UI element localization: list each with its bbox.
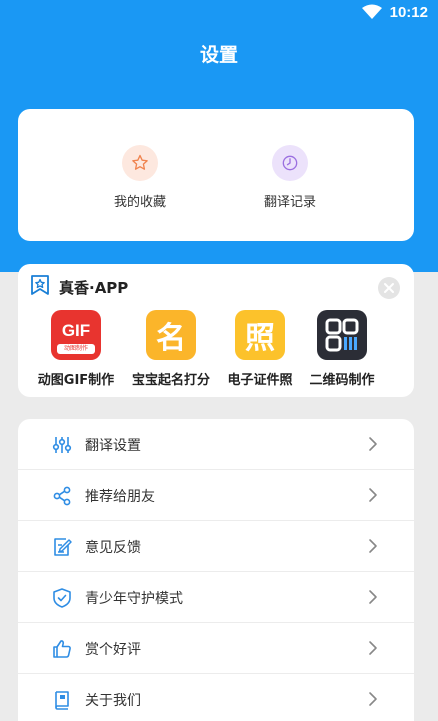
translation-history-button[interactable]: 翻译记录 (225, 145, 355, 210)
app-baby-naming[interactable]: 名 宝宝起名打分 (125, 310, 217, 388)
app-name: 动图GIF制作 (37, 373, 115, 388)
id-photo-app-icon-text: 照 (245, 321, 275, 356)
menu-item-feedback[interactable]: 意见反馈 (18, 521, 414, 572)
shield-icon (51, 587, 73, 609)
menu-item-label: 赏个好评 (85, 641, 141, 658)
star-icon (122, 145, 158, 181)
qr-code-icon (317, 310, 367, 360)
naming-app-icon-text: 名 (156, 321, 186, 356)
id-photo-app-icon: 照 (235, 310, 285, 360)
translation-history-label: 翻译记录 (263, 195, 316, 210)
menu-item-label: 关于我们 (85, 692, 141, 709)
status-bar: 10:12 (361, 2, 428, 22)
gif-app-icon: GIF 动图制作 (51, 310, 101, 360)
menu-item-teen-mode[interactable]: 青少年守护模式 (18, 572, 414, 623)
naming-app-icon: 名 (146, 310, 196, 360)
menu-item-translation-settings[interactable]: 翻译设置 (18, 419, 414, 470)
chevron-right-icon (368, 538, 378, 558)
wifi-icon (361, 4, 382, 20)
chevron-right-icon (368, 589, 378, 609)
menu-item-label: 翻译设置 (85, 437, 141, 454)
menu-item-rate-app[interactable]: 赏个好评 (18, 623, 414, 674)
page-title: 设置 (199, 44, 238, 66)
clock-icon (272, 145, 308, 181)
app-name: 二维码制作 (309, 373, 375, 388)
settings-menu: 翻译设置 推荐给朋友 意见反馈 青少年守护模式 赏个好评 关于我们 (18, 419, 414, 721)
menu-item-label: 青少年守护模式 (85, 590, 183, 607)
book-icon (51, 689, 73, 711)
menu-item-recommend-friends[interactable]: 推荐给朋友 (18, 470, 414, 521)
menu-item-about-us[interactable]: 关于我们 (18, 674, 414, 721)
app-id-photo[interactable]: 照 电子证件照 (214, 310, 306, 388)
apps-title: 真香·APP (59, 278, 129, 297)
app-gif-maker[interactable]: GIF 动图制作 动图GIF制作 (30, 310, 122, 388)
chevron-right-icon (368, 691, 378, 711)
share-icon (51, 485, 73, 507)
app-qr-code-maker[interactable]: 二维码制作 (296, 310, 388, 388)
chevron-right-icon (368, 436, 378, 456)
bookmark-star-icon (29, 274, 51, 300)
chevron-right-icon (368, 640, 378, 660)
thumbs-up-icon (51, 638, 73, 660)
chevron-right-icon (368, 487, 378, 507)
gif-app-icon-subtext: 动图制作 (57, 344, 95, 354)
app-name: 电子证件照 (227, 373, 293, 388)
quick-actions-card: 我的收藏 翻译记录 (18, 109, 414, 241)
sliders-icon (51, 434, 73, 456)
gif-app-icon-text: GIF (61, 321, 91, 340)
menu-item-label: 意见反馈 (85, 539, 141, 556)
status-time: 10:12 (389, 3, 428, 21)
recommended-apps-card: 真香·APP GIF 动图制作 动图GIF制作 名 宝宝起名打分 照 电子证件照 (18, 264, 414, 397)
app-name: 宝宝起名打分 (131, 373, 210, 388)
favorites-label: 我的收藏 (113, 195, 166, 210)
menu-item-label: 推荐给朋友 (85, 488, 155, 505)
apps-header: 真香·APP (29, 274, 128, 300)
close-icon (383, 279, 395, 298)
edit-feedback-icon (51, 536, 73, 558)
close-apps-button[interactable] (378, 277, 400, 299)
favorites-button[interactable]: 我的收藏 (75, 145, 205, 210)
